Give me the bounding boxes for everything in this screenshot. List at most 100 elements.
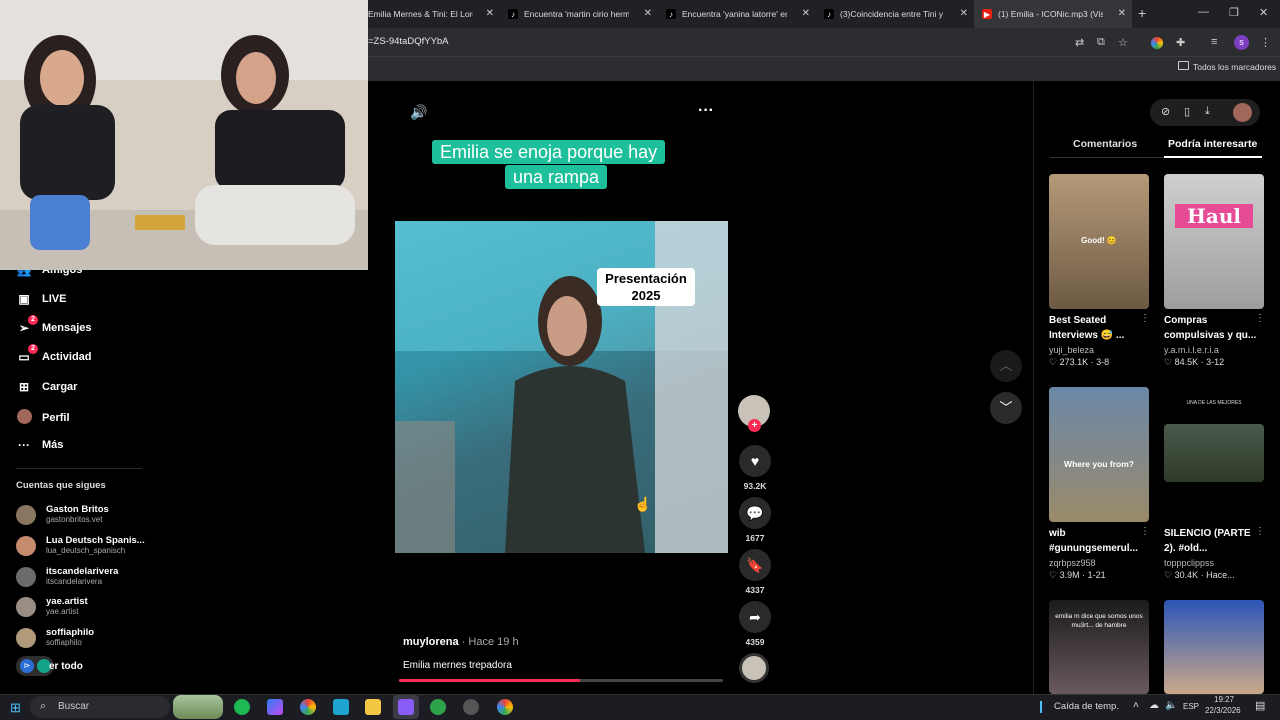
sidebar-item-profile[interactable]: Perfil bbox=[16, 409, 70, 427]
live-icon: ▣ bbox=[18, 292, 30, 306]
sidebar-item-upload[interactable]: ⊞ Cargar bbox=[16, 380, 78, 394]
share-icon[interactable]: ➦ bbox=[739, 601, 771, 633]
chrome-icon[interactable] bbox=[497, 699, 513, 715]
close-icon[interactable]: ✕ bbox=[486, 8, 494, 19]
more-options-icon[interactable]: ··· bbox=[698, 102, 714, 120]
url-text[interactable]: =ZS-94taDQfYYbA bbox=[368, 36, 449, 47]
restore-icon[interactable]: ❐ bbox=[1229, 6, 1239, 19]
kebab-icon[interactable]: ⋮ bbox=[1140, 526, 1150, 537]
card-info[interactable]: Compras compulsivas y qu... y.a.m.i.l.e.r.… bbox=[1164, 313, 1264, 368]
all-bookmarks[interactable]: Todos los marcadores bbox=[1193, 62, 1276, 72]
tab-comments[interactable]: Comentarios bbox=[1073, 138, 1137, 150]
heart-icon[interactable]: ♥ bbox=[739, 445, 771, 477]
device-icon[interactable]: ▯ bbox=[1184, 105, 1190, 118]
close-icon[interactable]: ✕ bbox=[802, 8, 810, 19]
comment-icon[interactable]: 💬 bbox=[739, 497, 771, 529]
kebab-icon[interactable]: ⋮ bbox=[1140, 313, 1150, 324]
app-icon[interactable] bbox=[333, 699, 349, 715]
video-thumbnail[interactable]: emilia m dice que somos unos mu3rt... de… bbox=[1049, 600, 1149, 694]
sidebar-item-messages[interactable]: ➢ 2 Mensajes bbox=[16, 315, 92, 335]
card-info[interactable]: Best Seated Interviews 😅 ... yuji_beleza ♡ … bbox=[1049, 313, 1149, 368]
app-icon[interactable] bbox=[463, 699, 479, 715]
account-name: Lua Deutsch Spanis... bbox=[46, 535, 145, 546]
kebab-icon[interactable]: ⋮ bbox=[1255, 526, 1265, 537]
copilot-icon[interactable] bbox=[267, 699, 283, 715]
tab-3[interactable]: ♪ (3)Coincidencia entre Tini y Em ✕ bbox=[816, 0, 974, 28]
card-info[interactable]: SILENCIO (PARTE 2). #old... topppclippss ♡ … bbox=[1164, 526, 1264, 581]
sidebar-item-more[interactable]: ··· Más bbox=[16, 438, 63, 452]
video-thumbnail[interactable] bbox=[1164, 424, 1264, 482]
video-thumbnail[interactable]: Where you from? bbox=[1049, 387, 1149, 522]
weather-text[interactable]: Caída de temp. bbox=[1054, 701, 1119, 712]
kebab-icon[interactable]: ⋮ bbox=[1255, 313, 1265, 324]
tab-1[interactable]: ♪ Encuentra 'martin cirio herman ✕ bbox=[500, 0, 658, 28]
see-all-link[interactable]: er todo bbox=[49, 661, 83, 672]
sidebar-item-label: LIVE bbox=[42, 293, 67, 305]
video-thumbnail[interactable] bbox=[1164, 600, 1264, 694]
video-thumbnail[interactable]: Good! 😊 bbox=[1049, 174, 1149, 309]
media-icon[interactable]: ≡ bbox=[1211, 36, 1217, 48]
translate-icon[interactable]: ⇄ bbox=[1075, 36, 1084, 49]
minimize-icon[interactable]: — bbox=[1198, 6, 1209, 18]
following-account[interactable]: soffiaphilo soffiaphilo bbox=[16, 627, 94, 648]
folder-icon bbox=[1178, 61, 1189, 70]
chrome-icon[interactable] bbox=[300, 699, 316, 715]
puzzle-icon[interactable]: ✚ bbox=[1176, 36, 1185, 49]
download-icon[interactable]: ⤓ bbox=[1205, 105, 1210, 118]
bookmark-icon[interactable]: 🔖 bbox=[739, 549, 771, 581]
menu-icon[interactable]: ⋮ bbox=[1260, 36, 1271, 49]
sidebar-item-activity[interactable]: ▭ 2 Actividad bbox=[16, 344, 92, 364]
clock-time[interactable]: 19:27 bbox=[1214, 695, 1234, 704]
compass-icon[interactable]: ⊘ bbox=[1161, 105, 1170, 118]
taskbar-search[interactable] bbox=[30, 696, 170, 718]
previous-video-button[interactable]: ︿ bbox=[990, 350, 1022, 382]
volume-icon[interactable]: 🔈 bbox=[1165, 700, 1177, 711]
spotify-icon[interactable] bbox=[234, 699, 250, 715]
close-icon[interactable]: ✕ bbox=[1118, 8, 1126, 19]
install-icon[interactable]: ⧉ bbox=[1097, 36, 1105, 49]
network-icon[interactable]: ☁ bbox=[1149, 700, 1159, 711]
card-info[interactable]: wib #gunungsemerul... zqrbpsz958 ♡ 3.9M · 1… bbox=[1049, 526, 1149, 581]
active-tab-indicator bbox=[1164, 156, 1262, 158]
close-window-icon[interactable]: ✕ bbox=[1259, 6, 1268, 19]
tab-4-active[interactable]: ▶ (1) Emilia - ICONic.mp3 (Visuali ✕ bbox=[974, 0, 1132, 28]
overlay-line-2: 2025 bbox=[631, 288, 661, 303]
tab-recommended[interactable]: Podría interesarte bbox=[1168, 138, 1257, 150]
following-account[interactable]: Lua Deutsch Spanis... lua_deutsch_spanisc… bbox=[16, 535, 145, 556]
chevron-up-icon[interactable]: ˄ bbox=[1133, 700, 1139, 711]
folder-icon[interactable] bbox=[365, 699, 381, 715]
sound-disc-icon[interactable] bbox=[739, 653, 769, 683]
extension-icon[interactable] bbox=[1151, 37, 1163, 49]
obs-icon[interactable] bbox=[398, 699, 414, 715]
account-handle: gastonbritos.vet bbox=[46, 515, 103, 524]
following-account[interactable]: yae.artist yae.artist bbox=[16, 596, 88, 617]
video-thumbnail[interactable]: Haul bbox=[1164, 174, 1264, 309]
profile-avatar[interactable]: s bbox=[1234, 35, 1249, 50]
progress-track[interactable] bbox=[399, 679, 723, 682]
windows-start-icon[interactable]: ⊞ bbox=[10, 700, 21, 716]
app-icon[interactable] bbox=[430, 699, 446, 715]
next-video-button[interactable]: ﹀ bbox=[990, 392, 1022, 424]
star-icon[interactable]: ☆ bbox=[1118, 36, 1128, 49]
tab-0[interactable]: Emilia Mernes & Tini: El Lore D ✕ bbox=[360, 0, 500, 28]
close-icon[interactable]: ✕ bbox=[960, 8, 968, 19]
following-account[interactable]: Gaston Britos gastonbritos.vet bbox=[16, 504, 109, 525]
clock-date[interactable]: 22/3/2026 bbox=[1205, 706, 1241, 715]
follow-plus-icon[interactable]: + bbox=[748, 419, 761, 432]
following-account[interactable]: itscandelarivera itscandelarivera bbox=[16, 566, 118, 587]
notification-icon[interactable]: ▤ bbox=[1255, 699, 1265, 712]
url-box[interactable] bbox=[362, 31, 1082, 53]
like-action[interactable]: ♥ 93.2K bbox=[738, 445, 772, 491]
comment-action[interactable]: 💬 1677 bbox=[738, 497, 772, 543]
close-icon[interactable]: ✕ bbox=[644, 8, 652, 19]
save-action[interactable]: 🔖 4337 bbox=[738, 549, 772, 595]
author-name[interactable]: muylorena bbox=[403, 636, 459, 648]
widget-image[interactable] bbox=[173, 695, 223, 719]
share-action[interactable]: ➦ 4359 bbox=[738, 601, 772, 647]
user-avatar[interactable] bbox=[1233, 103, 1252, 122]
new-tab-button[interactable]: + bbox=[1138, 5, 1146, 21]
volume-icon[interactable]: 🔊 bbox=[410, 104, 427, 121]
language-indicator[interactable]: ESP bbox=[1183, 702, 1199, 711]
sidebar-item-live[interactable]: ▣ LIVE bbox=[16, 292, 66, 306]
tab-2[interactable]: ♪ Encuentra 'yanina latorre' en Ti ✕ bbox=[658, 0, 816, 28]
